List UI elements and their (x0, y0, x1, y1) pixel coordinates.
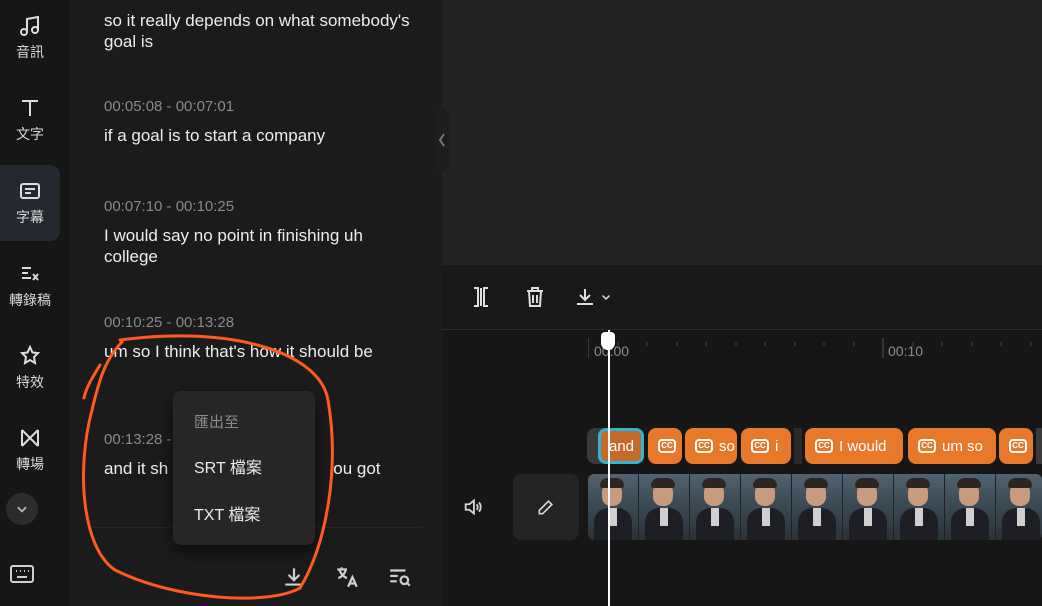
sidebar-item-text[interactable]: 文字 (0, 82, 60, 158)
timeline-toolbar (442, 265, 1042, 330)
caption-timecode: 00:07:10 - 00:10:25 (104, 198, 235, 215)
cc-icon: CC (695, 439, 713, 453)
download-icon (577, 289, 593, 305)
time-ruler[interactable] (587, 336, 1042, 360)
caption-cue[interactable]: 00:07:10 - 00:10:25 I would say no point… (104, 198, 414, 267)
translate-icon (337, 567, 358, 588)
music-note-icon (20, 15, 39, 36)
chevron-down-icon (601, 294, 611, 301)
caption-clip[interactable]: CC (999, 428, 1033, 464)
caption-text[interactable]: um so I think that's how it should be (104, 341, 414, 362)
caption-cue[interactable]: 00:10:25 - 00:13:28 um so I think that's… (104, 314, 414, 362)
sidebar-item-effects[interactable]: 特效 (0, 330, 60, 406)
export-srt-option[interactable]: SRT 檔案 (194, 454, 262, 478)
caption-clip-selected[interactable]: and (598, 428, 644, 464)
playhead-handle[interactable] (601, 332, 615, 350)
caption-timecode: 00:05:08 - 00:07:01 (104, 98, 235, 115)
caption-clip[interactable]: CC (648, 428, 682, 464)
caption-clip-label: I would (839, 437, 887, 455)
export-button[interactable] (281, 564, 307, 590)
sidebar-item-label: 字幕 (16, 209, 44, 225)
playhead[interactable] (608, 330, 610, 606)
split-button[interactable] (470, 285, 492, 314)
video-preview (442, 0, 1042, 265)
caption-cue[interactable]: so it really depends on what somebody's … (104, 10, 414, 52)
video-thumbnail (894, 474, 945, 540)
export-menu: 匯出至 SRT 檔案 TXT 檔案 (173, 391, 315, 545)
delete-button[interactable] (524, 285, 546, 314)
keyboard-icon (10, 565, 34, 583)
caption-text[interactable]: if a goal is to start a company (104, 125, 414, 146)
sidebar-item-label: 轉場 (16, 456, 44, 472)
cc-icon: CC (751, 439, 769, 453)
sidebar: 音訊 文字 字幕 轉錄稿 特效 轉場 (0, 0, 71, 606)
search-captions-button[interactable] (387, 564, 413, 590)
sidebar-item-transition[interactable]: 轉場 (0, 412, 60, 488)
caption-track-end (1036, 428, 1042, 464)
sidebar-item-label: 轉錄稿 (9, 292, 51, 308)
export-menu-heading: 匯出至 (194, 414, 240, 431)
caption-text-end: ou got (333, 459, 381, 478)
timeline: 00:00 00:10 and CC CC so CC i CC I would CC… (442, 330, 1042, 606)
sidebar-item-audio[interactable]: 音訊 (0, 0, 60, 76)
download-icon (285, 568, 303, 586)
keyboard-shortcuts-button[interactable] (8, 562, 36, 586)
ruler-label: 00:10 (888, 343, 924, 359)
caption-clip[interactable]: CC um so (908, 428, 996, 464)
video-thumbnail (639, 474, 690, 540)
caption-cue[interactable]: 00:05:08 - 00:07:01 if a goal is to star… (104, 98, 414, 146)
cc-icon: CC (1009, 439, 1027, 453)
caption-clip-label: i (775, 437, 779, 455)
caption-timecode: 00:10:25 - 00:13:28 (104, 314, 235, 331)
cc-icon: CC (658, 439, 676, 453)
delete-icon (527, 287, 543, 307)
sidebar-item-captions[interactable]: 字幕 (0, 165, 60, 241)
caption-text[interactable]: so it really depends on what somebody's … (104, 10, 414, 52)
ruler-ticks (587, 338, 1032, 358)
edit-cover-button[interactable] (513, 474, 579, 540)
effects-icon (19, 344, 41, 365)
sidebar-item-label: 音訊 (16, 44, 44, 60)
caption-gap (794, 428, 802, 464)
sidebar-item-label: 文字 (16, 126, 44, 142)
video-thumbnail (996, 474, 1042, 540)
caption-clip-label: so (719, 437, 735, 455)
caption-text[interactable]: I would say no point in finishing uh col… (104, 225, 414, 267)
video-thumbnail (792, 474, 843, 540)
caption-clip[interactable]: CC i (741, 428, 791, 464)
export-dropdown-button[interactable] (573, 285, 612, 309)
caption-clip[interactable]: CC I would (805, 428, 903, 464)
video-thumbnail (945, 474, 996, 540)
sidebar-item-label: 特效 (16, 374, 44, 390)
caption-clip-label: um so (942, 437, 983, 455)
search-list-icon (390, 569, 411, 587)
panel-collapse-handle[interactable] (435, 108, 449, 172)
sidebar-collapse-button[interactable] (6, 493, 38, 525)
speaker-icon (464, 498, 482, 516)
transcript-icon (22, 267, 39, 281)
video-thumbnail (843, 474, 894, 540)
chevron-down-icon (17, 506, 27, 513)
sidebar-item-transcript[interactable]: 轉錄稿 (0, 248, 60, 324)
video-thumbnail (690, 474, 741, 540)
video-thumbnail (741, 474, 792, 540)
track-mute-button[interactable] (462, 496, 484, 523)
transition-icon (21, 429, 39, 447)
export-txt-option[interactable]: TXT 檔案 (194, 501, 260, 525)
split-icon (474, 287, 488, 307)
caption-text-start: and it sh (104, 459, 169, 478)
text-icon (22, 100, 38, 116)
chevron-left-icon (438, 133, 445, 147)
translate-button[interactable] (334, 564, 360, 590)
caption-clip-label: and (609, 437, 635, 455)
pencil-icon (538, 499, 554, 515)
captions-icon (20, 183, 40, 199)
cc-icon: CC (918, 439, 936, 453)
cc-icon: CC (815, 439, 833, 453)
video-track-clip[interactable] (588, 474, 1042, 540)
caption-clip[interactable]: CC so (685, 428, 737, 464)
video-thumbnail (588, 474, 639, 540)
